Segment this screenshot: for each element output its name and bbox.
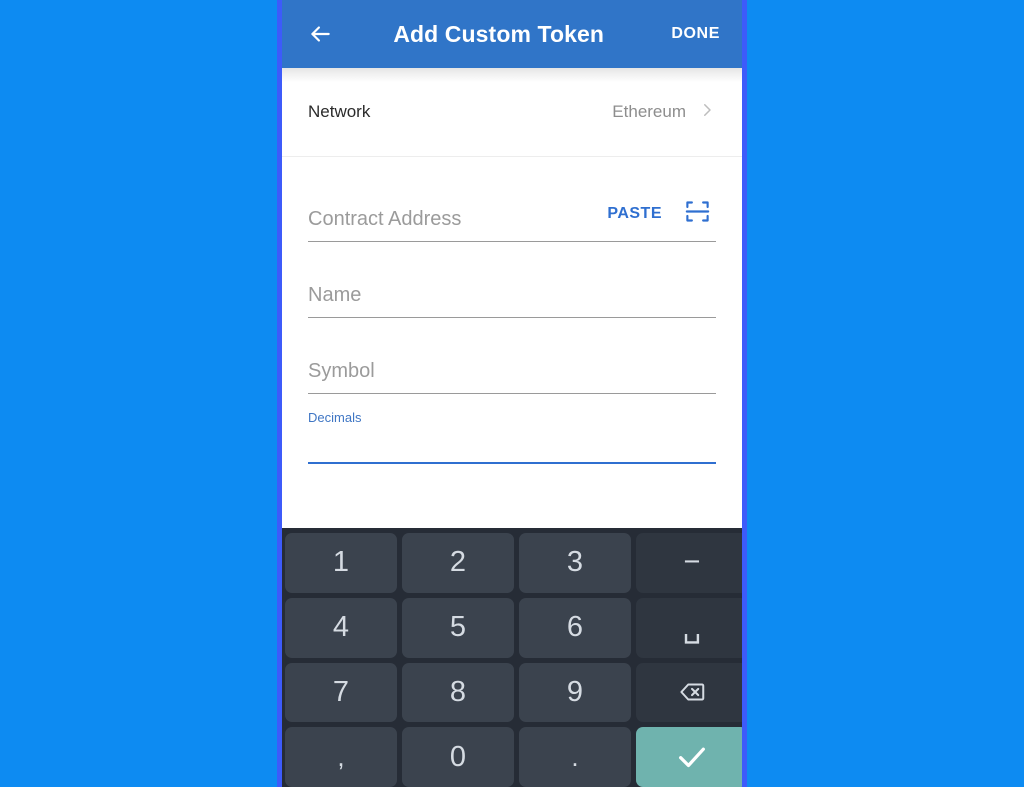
minus-key[interactable]: − — [636, 533, 742, 593]
key-5[interactable]: 5 — [402, 597, 514, 658]
symbol-field[interactable]: Symbol — [308, 318, 716, 394]
key-3[interactable]: 3 — [519, 533, 631, 593]
phone-screen: Add Custom Token DONE Network Ethereum C… — [277, 0, 747, 787]
key-1[interactable]: 1 — [285, 533, 397, 593]
space-key[interactable]: ␣ — [636, 597, 742, 658]
name-input[interactable]: Name — [308, 282, 716, 308]
page-title: Add Custom Token — [393, 20, 605, 47]
done-button[interactable]: DONE — [661, 17, 722, 51]
enter-key[interactable] — [636, 727, 742, 787]
contract-address-field[interactable]: Contract Address PASTE — [308, 157, 716, 242]
key-9[interactable]: 9 — [519, 662, 631, 723]
keyboard-row: 4 5 6 ␣ — [285, 597, 742, 658]
fields-group: Contract Address PASTE Name Symbol Decim… — [282, 157, 742, 464]
network-value: Ethereum — [612, 102, 686, 121]
backspace-icon — [677, 677, 707, 707]
key-7[interactable]: 7 — [285, 662, 397, 723]
keyboard-row: 7 8 9 — [285, 662, 742, 723]
key-6[interactable]: 6 — [519, 597, 631, 658]
keyboard-row: , 0 . — [285, 727, 742, 787]
decimals-input[interactable] — [308, 428, 716, 454]
contract-address-actions: PASTE — [601, 197, 716, 232]
paste-button[interactable]: PASTE — [601, 201, 668, 227]
key-period[interactable]: . — [519, 727, 631, 787]
keyboard-row: 1 2 3 − — [285, 533, 742, 593]
qr-scan-icon — [684, 198, 711, 230]
backspace-key[interactable] — [636, 662, 742, 723]
key-comma[interactable]: , — [285, 727, 397, 787]
chevron-right-icon — [698, 101, 716, 124]
content-filler — [282, 464, 742, 528]
name-field[interactable]: Name — [308, 242, 716, 318]
scan-qr-button[interactable] — [678, 197, 716, 231]
decimals-field[interactable]: Decimals — [308, 394, 716, 464]
network-row[interactable]: Network Ethereum — [282, 68, 742, 156]
key-0[interactable]: 0 — [402, 727, 514, 787]
app-bar: Add Custom Token DONE — [282, 0, 742, 68]
symbol-input[interactable]: Symbol — [308, 358, 716, 384]
key-4[interactable]: 4 — [285, 597, 397, 658]
key-2[interactable]: 2 — [402, 533, 514, 593]
network-label: Network — [308, 102, 371, 121]
key-8[interactable]: 8 — [402, 662, 514, 723]
check-icon — [675, 740, 709, 774]
arrow-left-icon — [307, 21, 333, 47]
numeric-keyboard: 1 2 3 − 4 5 6 ␣ 7 8 9 , 0 . — [282, 528, 742, 787]
form-content: Network Ethereum Contract Address PASTE — [282, 68, 742, 528]
contract-address-input[interactable]: Contract Address — [308, 206, 601, 232]
decimals-label: Decimals — [308, 410, 362, 425]
